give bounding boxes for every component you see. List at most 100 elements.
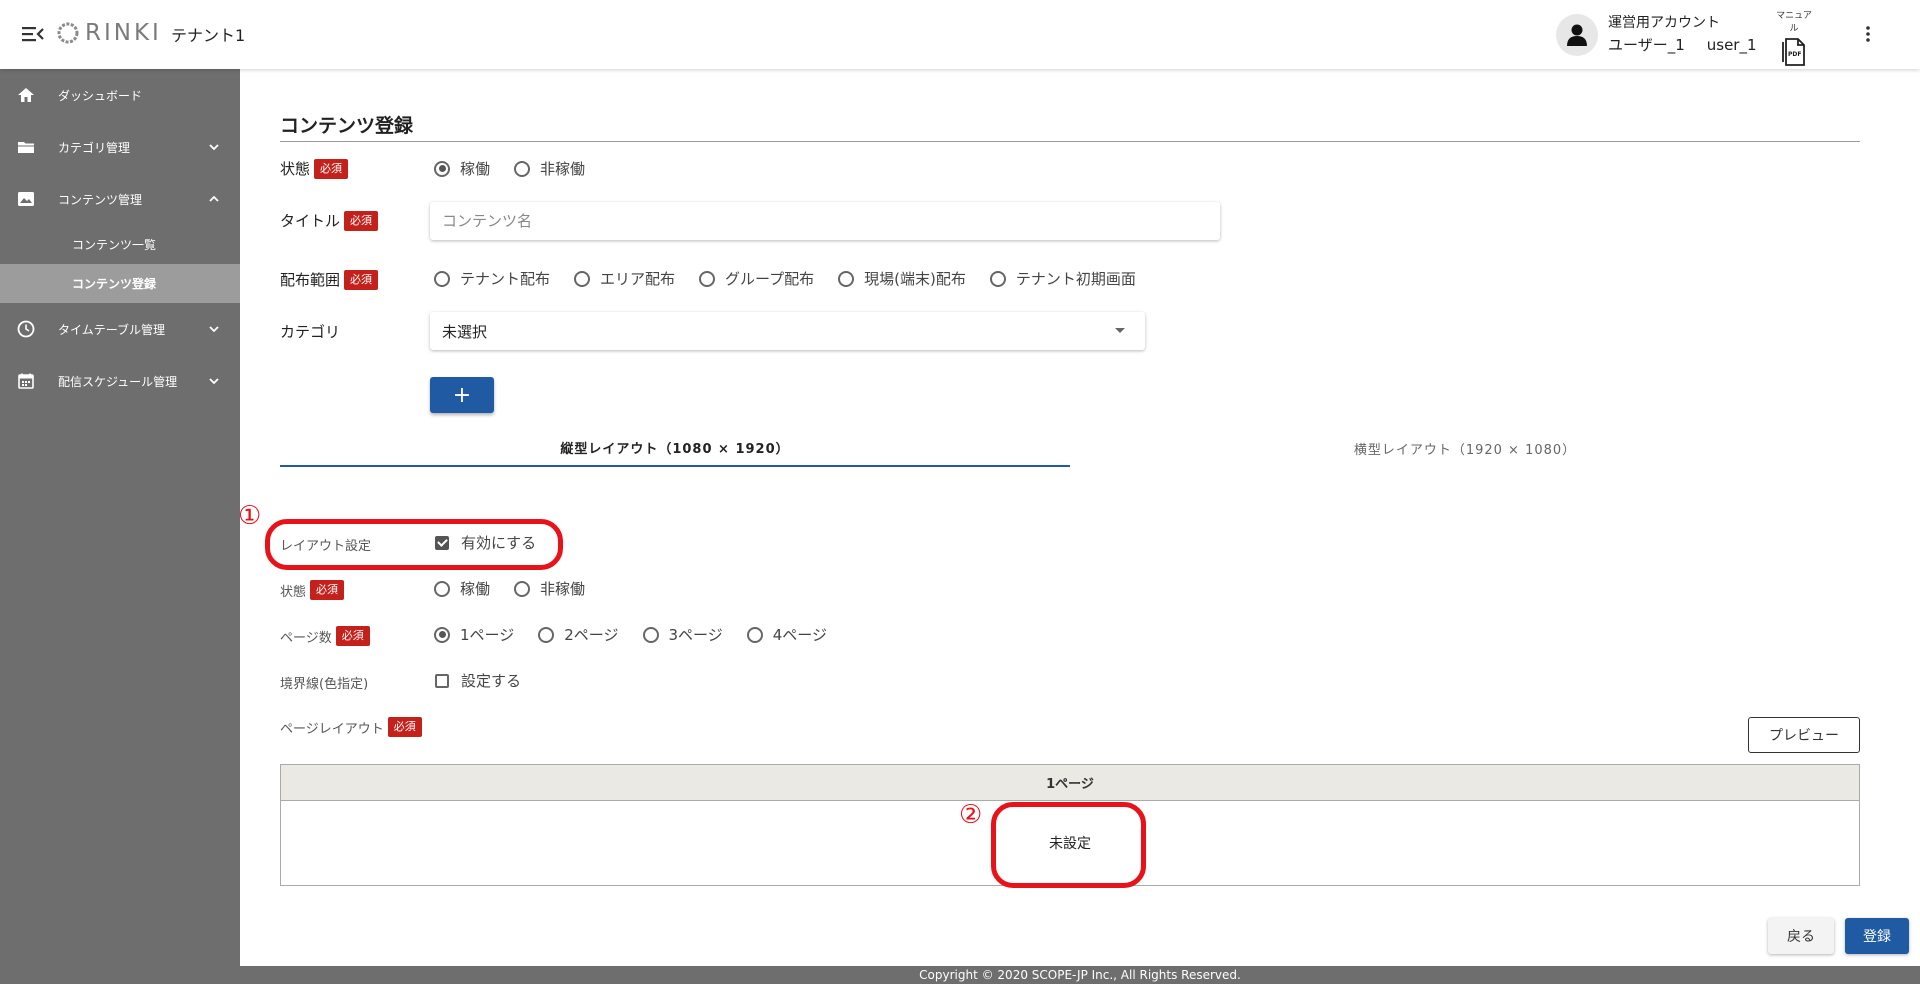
radio-indicator <box>434 160 450 177</box>
required-badge: 必須 <box>310 580 345 600</box>
radio-indicator <box>514 580 531 597</box>
scope-radio-site[interactable]: 現場(端末)配布 <box>838 268 966 289</box>
scope-radio-group-option[interactable]: グループ配布 <box>699 268 814 289</box>
register-button[interactable]: 登録 <box>1845 918 1909 954</box>
radio-label: テナント初期画面 <box>1015 270 1136 288</box>
clock-icon <box>17 320 35 338</box>
category-label: カテゴリ <box>280 321 340 342</box>
status-radio-active[interactable]: 稼働 <box>434 158 490 179</box>
border-checkbox[interactable]: 設定する <box>435 670 521 691</box>
radio-label: グループ配布 <box>725 270 815 288</box>
category-select-value: 未選択 <box>442 322 488 341</box>
status-label: 状態 必須 <box>280 158 349 179</box>
page-count-radio-1[interactable]: 1ページ <box>434 624 514 645</box>
category-select[interactable]: 未選択 <box>430 312 1145 350</box>
page-table-header: 1ページ <box>281 765 1859 801</box>
category-label-text: カテゴリ <box>280 323 341 341</box>
layout-status-radio-inactive[interactable]: 非稼働 <box>514 578 585 599</box>
user-name: ユーザー_1 <box>1608 36 1685 54</box>
border-label-text: 境界線(色指定) <box>280 677 369 692</box>
home-icon <box>18 88 34 102</box>
layout-setting-label-text: レイアウト設定 <box>280 539 372 554</box>
add-category-button[interactable]: + <box>430 377 494 413</box>
app-header: RINKI テナント1 運営用アカウント ユーザー_1 user_1 マニュアル… <box>0 0 1920 69</box>
page-count-radio-2[interactable]: 2ページ <box>538 624 619 645</box>
pdf-text: PDF <box>1788 51 1801 58</box>
manual-label: マニュアル <box>1776 11 1812 34</box>
sidebar-item-schedule[interactable]: 配信スケジュール管理 <box>0 355 240 407</box>
status-radio-group: 稼働 非稼働 <box>434 158 609 179</box>
annotation-marker-1: ① <box>238 501 262 531</box>
title-label-text: タイトル <box>280 212 341 230</box>
page-layout-label-text: ページレイアウト <box>280 721 384 737</box>
radio-label: 非稼働 <box>540 580 586 598</box>
layout-status-label: 状態 必須 <box>280 580 345 600</box>
dropdown-arrow-icon <box>1115 328 1125 333</box>
sidebar-item-timetable[interactable]: タイムテーブル管理 <box>0 303 240 355</box>
sidebar-item-content[interactable]: コンテンツ管理 <box>0 173 240 225</box>
calendar-icon <box>18 373 34 389</box>
status-label-text: 状態 <box>280 160 311 178</box>
required-badge: 必須 <box>344 269 379 290</box>
logo-text: RINKI <box>85 20 162 46</box>
chevron-down-icon <box>209 326 219 333</box>
sidebar-item-label: カテゴリ管理 <box>58 140 131 155</box>
radio-indicator <box>989 270 1006 287</box>
logo-mark-icon <box>57 22 79 44</box>
radio-label: 稼働 <box>460 580 491 598</box>
radio-indicator <box>434 626 450 643</box>
radio-label: 4ページ <box>772 626 827 644</box>
annotation-marker-2: ② <box>959 800 983 830</box>
status-radio-inactive[interactable]: 非稼働 <box>514 158 585 179</box>
radio-label: エリア配布 <box>600 270 676 288</box>
sidebar-item-category[interactable]: カテゴリ管理 <box>0 121 240 173</box>
manual-button[interactable]: マニュアル PDF <box>1772 8 1816 71</box>
scope-radio-tenant-initial[interactable]: テナント初期画面 <box>989 268 1136 289</box>
tab-portrait-layout[interactable]: 縦型レイアウト（1080 × 1920） <box>280 429 1070 467</box>
sidebar-subitem-content-list[interactable]: コンテンツ一覧 <box>0 225 240 264</box>
page-title: コンテンツ登録 <box>280 111 1860 142</box>
page-count-radio-3[interactable]: 3ページ <box>642 624 723 645</box>
user-info: 運営用アカウント ユーザー_1 user_1 <box>1608 12 1757 56</box>
scope-radio-area[interactable]: エリア配布 <box>574 268 675 289</box>
pdf-icon: PDF <box>1782 38 1805 66</box>
scope-label-text: 配布範囲 <box>280 271 341 289</box>
more-vert-icon[interactable] <box>1862 24 1874 44</box>
page-count-radio-group: 1ページ 2ページ 3ページ 4ページ <box>434 624 851 645</box>
title-input[interactable] <box>430 202 1220 240</box>
account-type: 運営用アカウント <box>1608 15 1720 31</box>
tenant-name: テナント1 <box>171 26 246 45</box>
folder-icon <box>18 142 34 153</box>
user-icon <box>1567 24 1587 46</box>
required-badge: 必須 <box>314 158 349 179</box>
preview-button[interactable]: プレビュー <box>1748 717 1860 753</box>
sidebar-subitem-content-register[interactable]: コンテンツ登録 <box>0 264 240 303</box>
radio-label: 現場(端末)配布 <box>864 270 966 288</box>
scope-radio-group: テナント配布 エリア配布 グループ配布 現場(端末)配布 テナント初期画面 <box>434 268 1160 289</box>
sidebar-item-dashboard[interactable]: ダッシュボード <box>0 69 240 121</box>
scope-radio-tenant[interactable]: テナント配布 <box>434 268 550 289</box>
radio-indicator <box>574 270 591 287</box>
menu-toggle-icon[interactable] <box>22 24 44 44</box>
logo: RINKI <box>57 20 162 46</box>
page-layout-cell[interactable]: 未設定 <box>281 801 1859 885</box>
layout-setting-label: レイアウト設定 <box>280 535 371 554</box>
image-icon <box>18 192 34 206</box>
sidebar-item-label: 配信スケジュール管理 <box>58 374 178 389</box>
radio-label: 非稼働 <box>540 160 586 178</box>
main-content: コンテンツ登録 状態 必須 稼働 非稼働 タイトル 必須 配布範囲 必須 テナン… <box>238 69 1920 966</box>
page-count-radio-4[interactable]: 4ページ <box>746 624 827 645</box>
layout-enable-checkbox[interactable]: 有効にする <box>435 532 536 553</box>
radio-indicator <box>434 580 450 597</box>
tab-landscape-layout[interactable]: 横型レイアウト（1920 × 1080） <box>1070 429 1860 467</box>
sidebar-item-label: コンテンツ管理 <box>58 192 143 207</box>
radio-indicator <box>699 270 716 287</box>
user-id: user_1 <box>1706 36 1757 54</box>
radio-indicator <box>838 270 855 287</box>
sidebar: ダッシュボード カテゴリ管理 コンテンツ管理 コンテンツ一覧 コンテンツ登録 タ… <box>0 69 240 984</box>
user-avatar[interactable] <box>1556 14 1598 56</box>
radio-indicator <box>434 270 450 287</box>
layout-status-radio-active[interactable]: 稼働 <box>434 578 490 599</box>
radio-label: テナント配布 <box>460 270 551 288</box>
back-button[interactable]: 戻る <box>1768 918 1834 954</box>
